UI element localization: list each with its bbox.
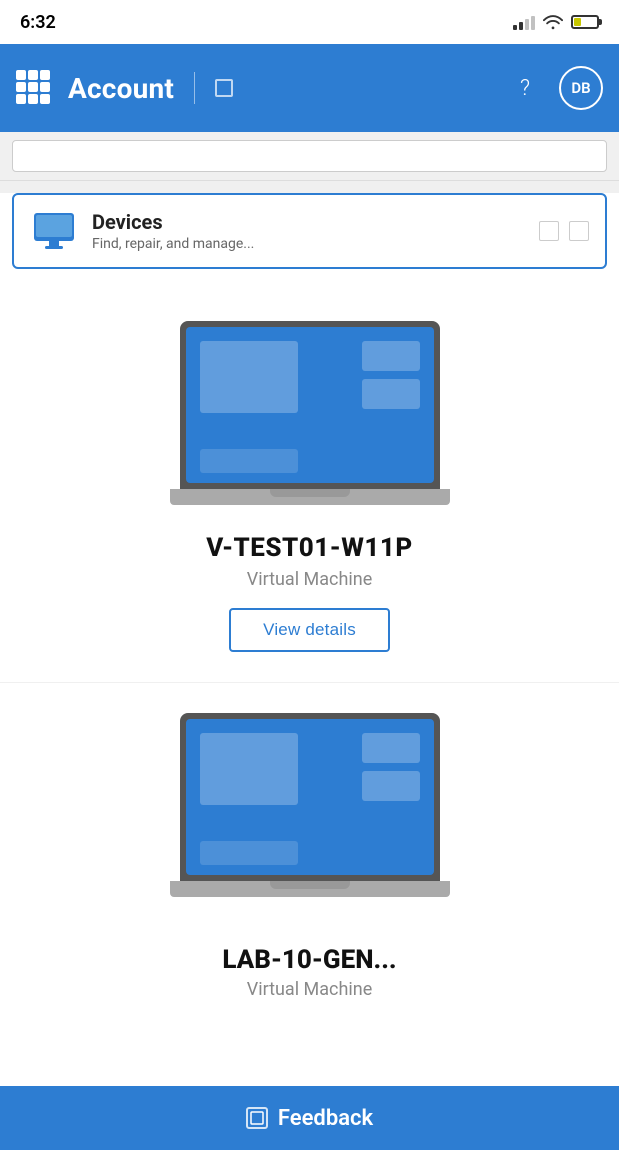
device-name-2: LAB-10-GEN... <box>222 945 396 975</box>
header-title: Account <box>68 72 174 105</box>
wifi-icon <box>543 14 563 30</box>
status-time: 6:32 <box>20 12 56 33</box>
battery-icon <box>571 15 599 29</box>
feedback-button[interactable]: Feedback <box>0 1086 619 1150</box>
header: Account ? DB <box>0 44 619 132</box>
header-divider <box>194 72 195 104</box>
window-icon[interactable] <box>215 79 233 97</box>
device-name-1: V-TEST01-W11P <box>206 533 413 563</box>
help-button[interactable]: ? <box>507 70 543 106</box>
devices-card: Devices Find, repair, and manage... <box>12 193 607 269</box>
devices-icon <box>30 207 78 255</box>
device-type-2: Virtual Machine <box>247 979 373 1000</box>
status-icons <box>513 14 599 30</box>
search-bar[interactable] <box>12 140 607 172</box>
grid-menu-icon[interactable] <box>16 70 52 106</box>
action-square-1[interactable] <box>539 221 559 241</box>
laptop-illustration-1 <box>170 321 450 505</box>
devices-title: Devices <box>92 210 525 234</box>
status-bar: 6:32 <box>0 0 619 44</box>
device-type-1: Virtual Machine <box>247 569 373 590</box>
signal-icon <box>513 14 535 30</box>
search-area <box>0 132 619 181</box>
devices-subtitle: Find, repair, and manage... <box>92 236 525 252</box>
laptop-illustration-2 <box>170 713 450 897</box>
avatar[interactable]: DB <box>559 66 603 110</box>
devices-text: Devices Find, repair, and manage... <box>92 210 525 252</box>
view-details-button-1[interactable]: View details <box>229 608 390 652</box>
feedback-icon <box>246 1107 268 1129</box>
device-item: V-TEST01-W11P Virtual Machine View detai… <box>0 281 619 683</box>
devices-actions <box>539 221 589 241</box>
feedback-label: Feedback <box>278 1106 373 1131</box>
device-item-partial: LAB-10-GEN... Virtual Machine <box>0 683 619 1000</box>
action-square-2[interactable] <box>569 221 589 241</box>
main-content: Devices Find, repair, and manage... <box>0 193 619 1093</box>
